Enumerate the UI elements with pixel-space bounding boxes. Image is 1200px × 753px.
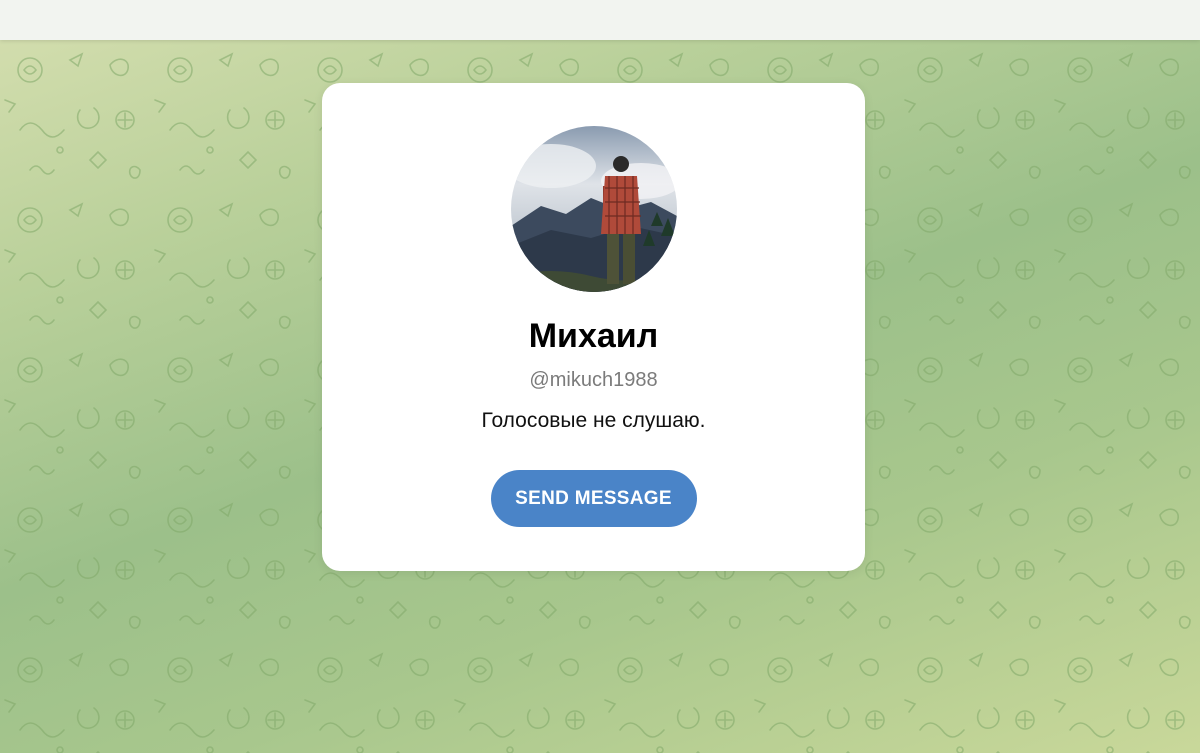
send-message-button[interactable]: SEND MESSAGE [490, 470, 697, 527]
top-bar [0, 0, 1200, 40]
profile-name: Михаил [528, 317, 659, 355]
profile-username[interactable]: @mikuch1988 [529, 368, 657, 392]
profile-bio: Голосовые не слушаю. [481, 409, 706, 432]
profile-photo-icon [510, 126, 677, 292]
avatar [510, 126, 677, 292]
profile-card: Михаил @mikuch1988 Голосовые не слушаю. … [322, 83, 865, 571]
